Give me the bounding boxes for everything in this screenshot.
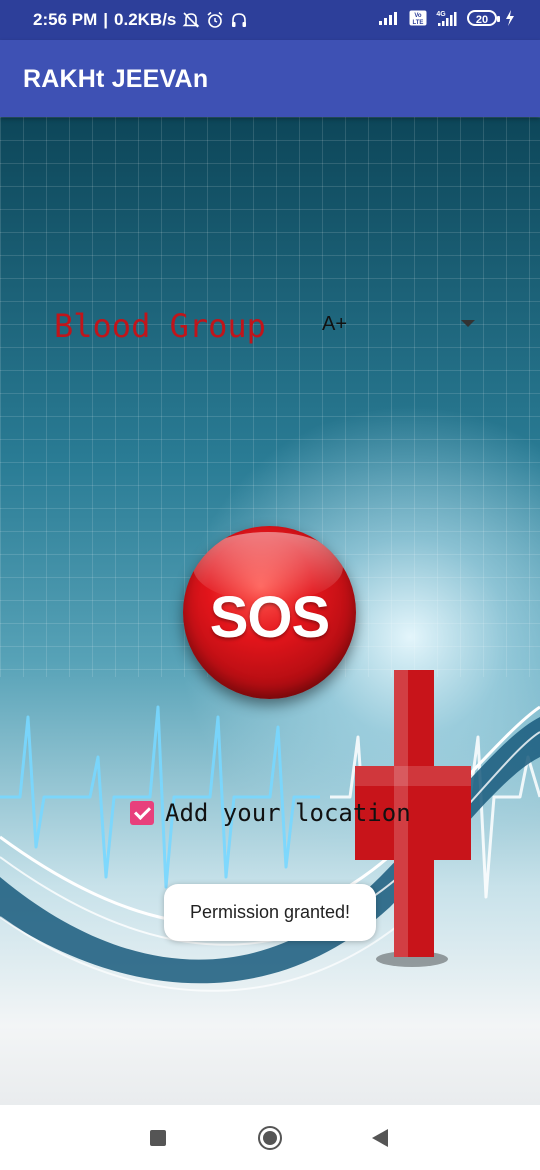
status-speed: 0.2KB/s xyxy=(114,10,177,29)
sos-label: SOS xyxy=(209,585,331,650)
back-icon[interactable] xyxy=(372,1129,388,1147)
permission-toast: Permission granted! xyxy=(164,884,376,941)
toast-message: Permission granted! xyxy=(189,902,351,922)
blood-group-value: A+ xyxy=(322,313,348,335)
svg-text:LTE: LTE xyxy=(413,20,424,26)
status-left: 2:56 PM | 0.2KB/s xyxy=(33,10,248,30)
mute-icon xyxy=(182,11,200,29)
home-icon[interactable] xyxy=(258,1126,282,1150)
4g-signal-icon: 4G xyxy=(435,9,459,27)
charging-icon xyxy=(505,10,515,26)
location-checkbox[interactable] xyxy=(130,801,154,825)
headphones-icon xyxy=(230,11,248,29)
volte-icon: Vo LTE xyxy=(409,10,427,26)
dropdown-arrow-icon xyxy=(461,320,475,327)
location-label: Add your location xyxy=(165,799,411,827)
status-bar: 2:56 PM | 0.2KB/s Vo LTE 4G 20 xyxy=(0,0,540,40)
app-title: RAKHt JEEVAn xyxy=(23,65,209,93)
app-bar: RAKHt JEEVAn xyxy=(0,40,540,117)
navigation-bar xyxy=(0,1105,540,1170)
add-location-checkbox-row[interactable]: Add your location xyxy=(130,797,411,829)
signal-icon xyxy=(379,11,401,25)
battery-icon: 20 xyxy=(467,10,500,26)
svg-text:Vo: Vo xyxy=(414,13,422,19)
status-right: Vo LTE 4G 20 xyxy=(379,9,515,27)
blood-group-label: Blood Group xyxy=(54,307,266,345)
sos-button[interactable]: SOS xyxy=(183,526,356,699)
alarm-icon xyxy=(206,11,224,29)
main-content: Blood Group A+ SOS Add your location Per… xyxy=(0,117,540,1105)
blood-group-dropdown[interactable]: A+ xyxy=(305,307,490,347)
recents-icon[interactable] xyxy=(150,1130,166,1146)
status-time: 2:56 PM xyxy=(33,10,98,29)
svg-text:4G: 4G xyxy=(436,11,446,18)
status-separator: | xyxy=(103,10,109,29)
